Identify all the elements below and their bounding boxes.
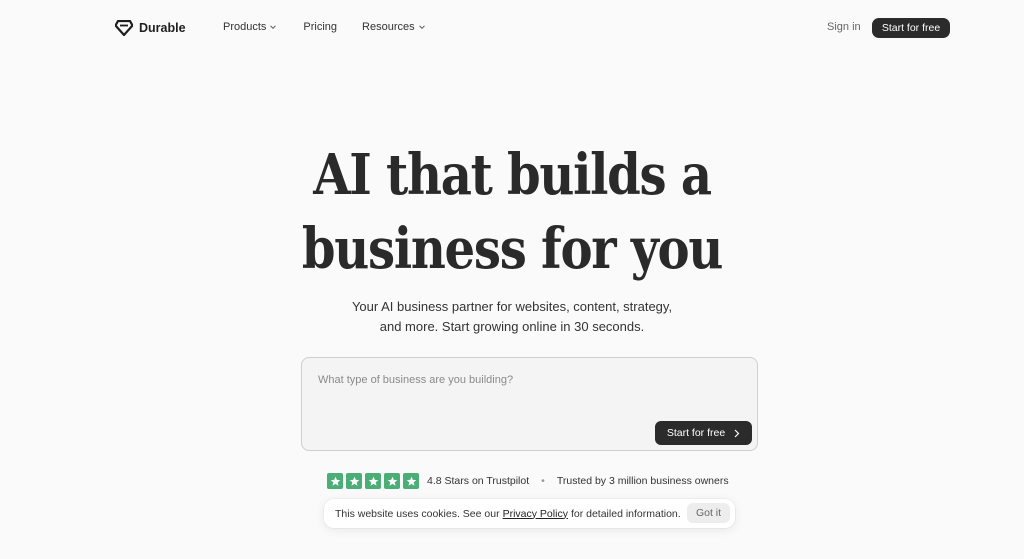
header-start-button[interactable]: Start for free <box>872 18 950 38</box>
hero-title-line-2: business for you <box>301 216 724 282</box>
brand-logo[interactable]: Durable <box>115 17 186 39</box>
durable-logo-icon <box>115 20 133 36</box>
star-icon <box>384 473 400 489</box>
nav-products[interactable]: Products <box>223 21 277 33</box>
trustpilot-stars <box>327 473 419 489</box>
business-prompt-box: Start for free <box>301 357 758 451</box>
prompt-start-button[interactable]: Start for free <box>655 421 752 445</box>
trust-row: 4.8 Stars on Trustpilot • Trusted by 3 m… <box>327 473 729 489</box>
cookie-banner: This website uses cookies. See our Priva… <box>324 499 735 528</box>
prompt-start-label: Start for free <box>666 427 726 439</box>
cookie-text-before: This website uses cookies. See our <box>335 507 500 520</box>
separator-dot: • <box>541 475 545 487</box>
star-icon <box>365 473 381 489</box>
brand-name: Durable <box>139 21 186 35</box>
main-nav: Products Pricing Resources <box>223 21 426 33</box>
hero-subtitle-line-2: and more. Start growing online in 30 sec… <box>379 319 645 334</box>
hero-subtitle-line-1: Your AI business partner for websites, c… <box>351 299 673 314</box>
site-header: Durable Products Pricing Resources Sign … <box>0 0 1024 56</box>
rating-text: 4.8 Stars on Trustpilot <box>427 475 530 487</box>
hero-title-line-1: AI that builds a <box>313 142 712 208</box>
sign-in-link[interactable]: Sign in <box>827 21 861 33</box>
nav-pricing[interactable]: Pricing <box>303 21 337 33</box>
business-type-input[interactable] <box>318 371 738 389</box>
nav-products-label: Products <box>223 21 267 33</box>
nav-pricing-label: Pricing <box>303 21 338 33</box>
hero-title: AI that builds a business for you <box>72 138 953 286</box>
trusted-text: Trusted by 3 million business owners <box>556 475 729 487</box>
nav-resources[interactable]: Resources <box>362 21 426 33</box>
chevron-right-icon <box>734 429 740 437</box>
cookie-accept-button[interactable]: Got it <box>687 503 730 523</box>
cookie-text-after: for detailed information. <box>570 507 681 520</box>
chevron-down-icon <box>270 25 277 30</box>
chevron-down-icon <box>418 25 425 30</box>
privacy-policy-link[interactable]: Privacy Policy <box>503 508 568 520</box>
nav-resources-label: Resources <box>362 21 415 33</box>
hero-subtitle: Your AI business partner for websites, c… <box>312 297 712 337</box>
star-icon <box>327 473 343 489</box>
star-icon <box>346 473 362 489</box>
star-icon <box>403 473 419 489</box>
